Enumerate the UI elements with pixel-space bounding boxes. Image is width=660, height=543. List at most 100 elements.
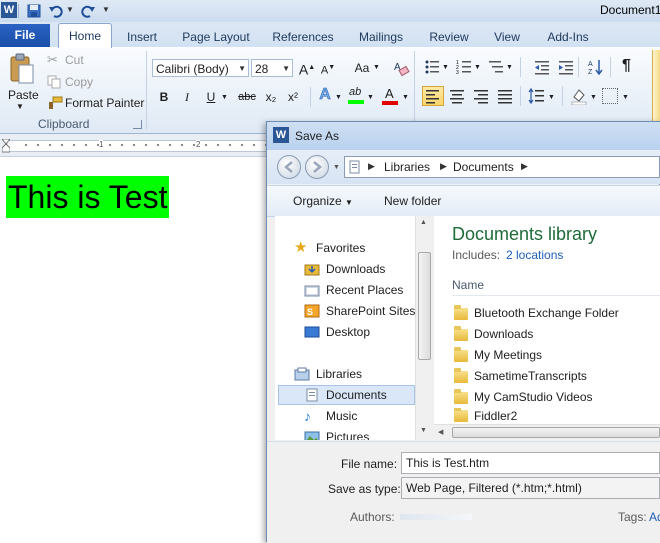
shading-icon[interactable] [570, 87, 588, 106]
text-effects-button[interactable]: A [316, 86, 334, 104]
undo-dropdown-icon[interactable]: ▼ [66, 5, 74, 14]
nav-item-desktop[interactable]: Desktop [304, 322, 370, 342]
column-header-name[interactable]: Name [452, 278, 484, 292]
scroll-thumb[interactable] [418, 252, 431, 360]
horizontal-scrollbar[interactable]: ◀ [434, 424, 660, 441]
highlight-swatch [348, 100, 364, 104]
nav-favorites[interactable]: ★ Favorites [294, 238, 365, 258]
nav-item-pictures[interactable]: Pictures [304, 427, 369, 440]
bullets-icon[interactable] [424, 59, 440, 75]
nav-scrollbar[interactable]: ▲ ▼ [415, 216, 434, 440]
tab-page-layout[interactable]: Page Layout [178, 27, 254, 47]
breadcrumb-separator-icon[interactable]: ▶ [521, 161, 528, 172]
shrink-font-button[interactable]: A▼ [319, 59, 337, 77]
align-center-icon[interactable] [448, 87, 466, 105]
file-name-input[interactable]: This is Test.htm [401, 452, 660, 474]
decrease-indent-icon[interactable] [534, 59, 550, 75]
show-formatting-icon[interactable]: ¶ [622, 57, 631, 75]
underline-button[interactable]: U [202, 88, 220, 106]
paste-dropdown-icon[interactable]: ▼ [16, 102, 24, 111]
borders-icon[interactable] [602, 88, 618, 104]
word-logo-icon[interactable]: W [1, 2, 17, 18]
forward-button[interactable] [305, 155, 329, 179]
superscript-button[interactable]: x² [284, 88, 302, 106]
paste-button[interactable]: Paste [8, 88, 39, 102]
tab-view[interactable]: View [488, 27, 526, 47]
file-list-item[interactable]: Fiddler2 [454, 408, 517, 424]
nav-libraries[interactable]: Libraries [294, 364, 362, 384]
new-folder-button[interactable]: New folder [384, 194, 441, 208]
subscript-button[interactable]: x₂ [262, 88, 280, 106]
increase-indent-icon[interactable] [558, 59, 574, 75]
clipboard-group-label: Clipboard [38, 117, 90, 131]
tab-references[interactable]: References [268, 27, 338, 47]
copy-button[interactable]: Copy [65, 75, 93, 89]
file-list-item[interactable]: Bluetooth Exchange Folder [454, 303, 619, 324]
paste-icon[interactable] [8, 52, 36, 86]
highlight-color-button[interactable]: ab [346, 86, 366, 106]
tab-file[interactable]: File [0, 24, 50, 47]
font-name-combo[interactable]: Calibri (Body) ▼ [152, 59, 249, 77]
back-button[interactable] [277, 155, 301, 179]
strikethrough-button[interactable]: abc [235, 88, 259, 106]
nav-item-recent-places[interactable]: Recent Places [304, 280, 403, 300]
align-left-button[interactable] [422, 86, 444, 106]
line-spacing-icon[interactable] [528, 87, 546, 105]
scroll-left-icon[interactable]: ◀ [438, 428, 443, 436]
file-list-item[interactable]: Downloads [454, 324, 533, 345]
nav-item-sharepoint-sites[interactable]: S SharePoint Sites [304, 301, 415, 321]
save-icon[interactable] [26, 3, 42, 19]
font-color-button[interactable]: A [380, 86, 400, 106]
organize-button[interactable]: Organize ▼ [293, 194, 353, 208]
nav-item-documents[interactable]: Documents [304, 385, 387, 405]
align-right-icon[interactable] [472, 87, 490, 105]
tab-review[interactable]: Review [424, 27, 474, 47]
clear-formatting-icon[interactable]: A [392, 58, 410, 78]
file-item-label: My CamStudio Videos [474, 390, 593, 404]
font-size-combo[interactable]: 28 ▼ [251, 59, 293, 77]
cut-button[interactable]: Cut [65, 53, 84, 67]
tab-add-ins[interactable]: Add-Ins [540, 27, 596, 47]
breadcrumb-separator-icon[interactable]: ▶ [368, 161, 375, 172]
document-text[interactable]: This is Test [6, 176, 170, 218]
includes-locations-link[interactable]: 2 locations [506, 248, 563, 262]
copy-icon[interactable] [47, 75, 61, 89]
indent-marker-icon[interactable] [1, 138, 11, 153]
format-painter-icon[interactable] [47, 96, 63, 110]
sort-icon[interactable]: AZ [588, 58, 604, 76]
numbering-icon[interactable]: 123 [456, 59, 472, 76]
tab-insert[interactable]: Insert [120, 27, 164, 47]
breadcrumb-documents[interactable]: Documents [453, 160, 514, 174]
tags-add-link[interactable]: Ad [649, 510, 660, 524]
italic-button[interactable]: I [178, 88, 196, 106]
breadcrumb-libraries[interactable]: Libraries [384, 160, 430, 174]
file-list-item[interactable]: My CamStudio Videos [454, 387, 593, 408]
cut-icon[interactable]: ✂ [47, 53, 61, 67]
justify-icon[interactable] [496, 87, 514, 105]
scroll-up-icon[interactable]: ▲ [420, 219, 427, 226]
nav-item-music[interactable]: ♪ Music [304, 406, 357, 426]
scroll-thumb[interactable] [452, 427, 660, 438]
nav-item-downloads[interactable]: Downloads [304, 259, 385, 279]
tab-home[interactable]: Home [58, 23, 112, 48]
breadcrumb-separator-icon[interactable]: ▶ [440, 161, 447, 172]
tab-mailings[interactable]: Mailings [352, 27, 410, 47]
styles-gallery[interactable] [652, 50, 660, 130]
save-as-type-select[interactable]: Web Page, Filtered (*.htm;*.html) [401, 477, 660, 499]
authors-value-field[interactable] [400, 514, 472, 520]
bold-button[interactable]: B [155, 88, 173, 106]
file-list-item[interactable]: SametimeTranscripts [454, 366, 587, 387]
chevron-down-icon: ▼ [282, 64, 290, 73]
grow-font-button[interactable]: A▲ [298, 59, 316, 78]
file-list-item[interactable]: My Meetings [454, 345, 542, 366]
redo-icon[interactable] [80, 3, 96, 19]
clipboard-launcher-icon[interactable] [133, 120, 142, 129]
undo-icon[interactable] [48, 3, 64, 19]
divider [310, 87, 311, 107]
change-case-button[interactable]: Aa [351, 59, 373, 77]
recent-locations-icon[interactable]: ▼ [333, 164, 340, 171]
multilevel-list-icon[interactable] [488, 59, 504, 75]
format-painter-button[interactable]: Format Painter [65, 96, 144, 110]
customize-qat-icon[interactable]: ▼ [102, 5, 110, 14]
scroll-down-icon[interactable]: ▼ [420, 427, 427, 434]
